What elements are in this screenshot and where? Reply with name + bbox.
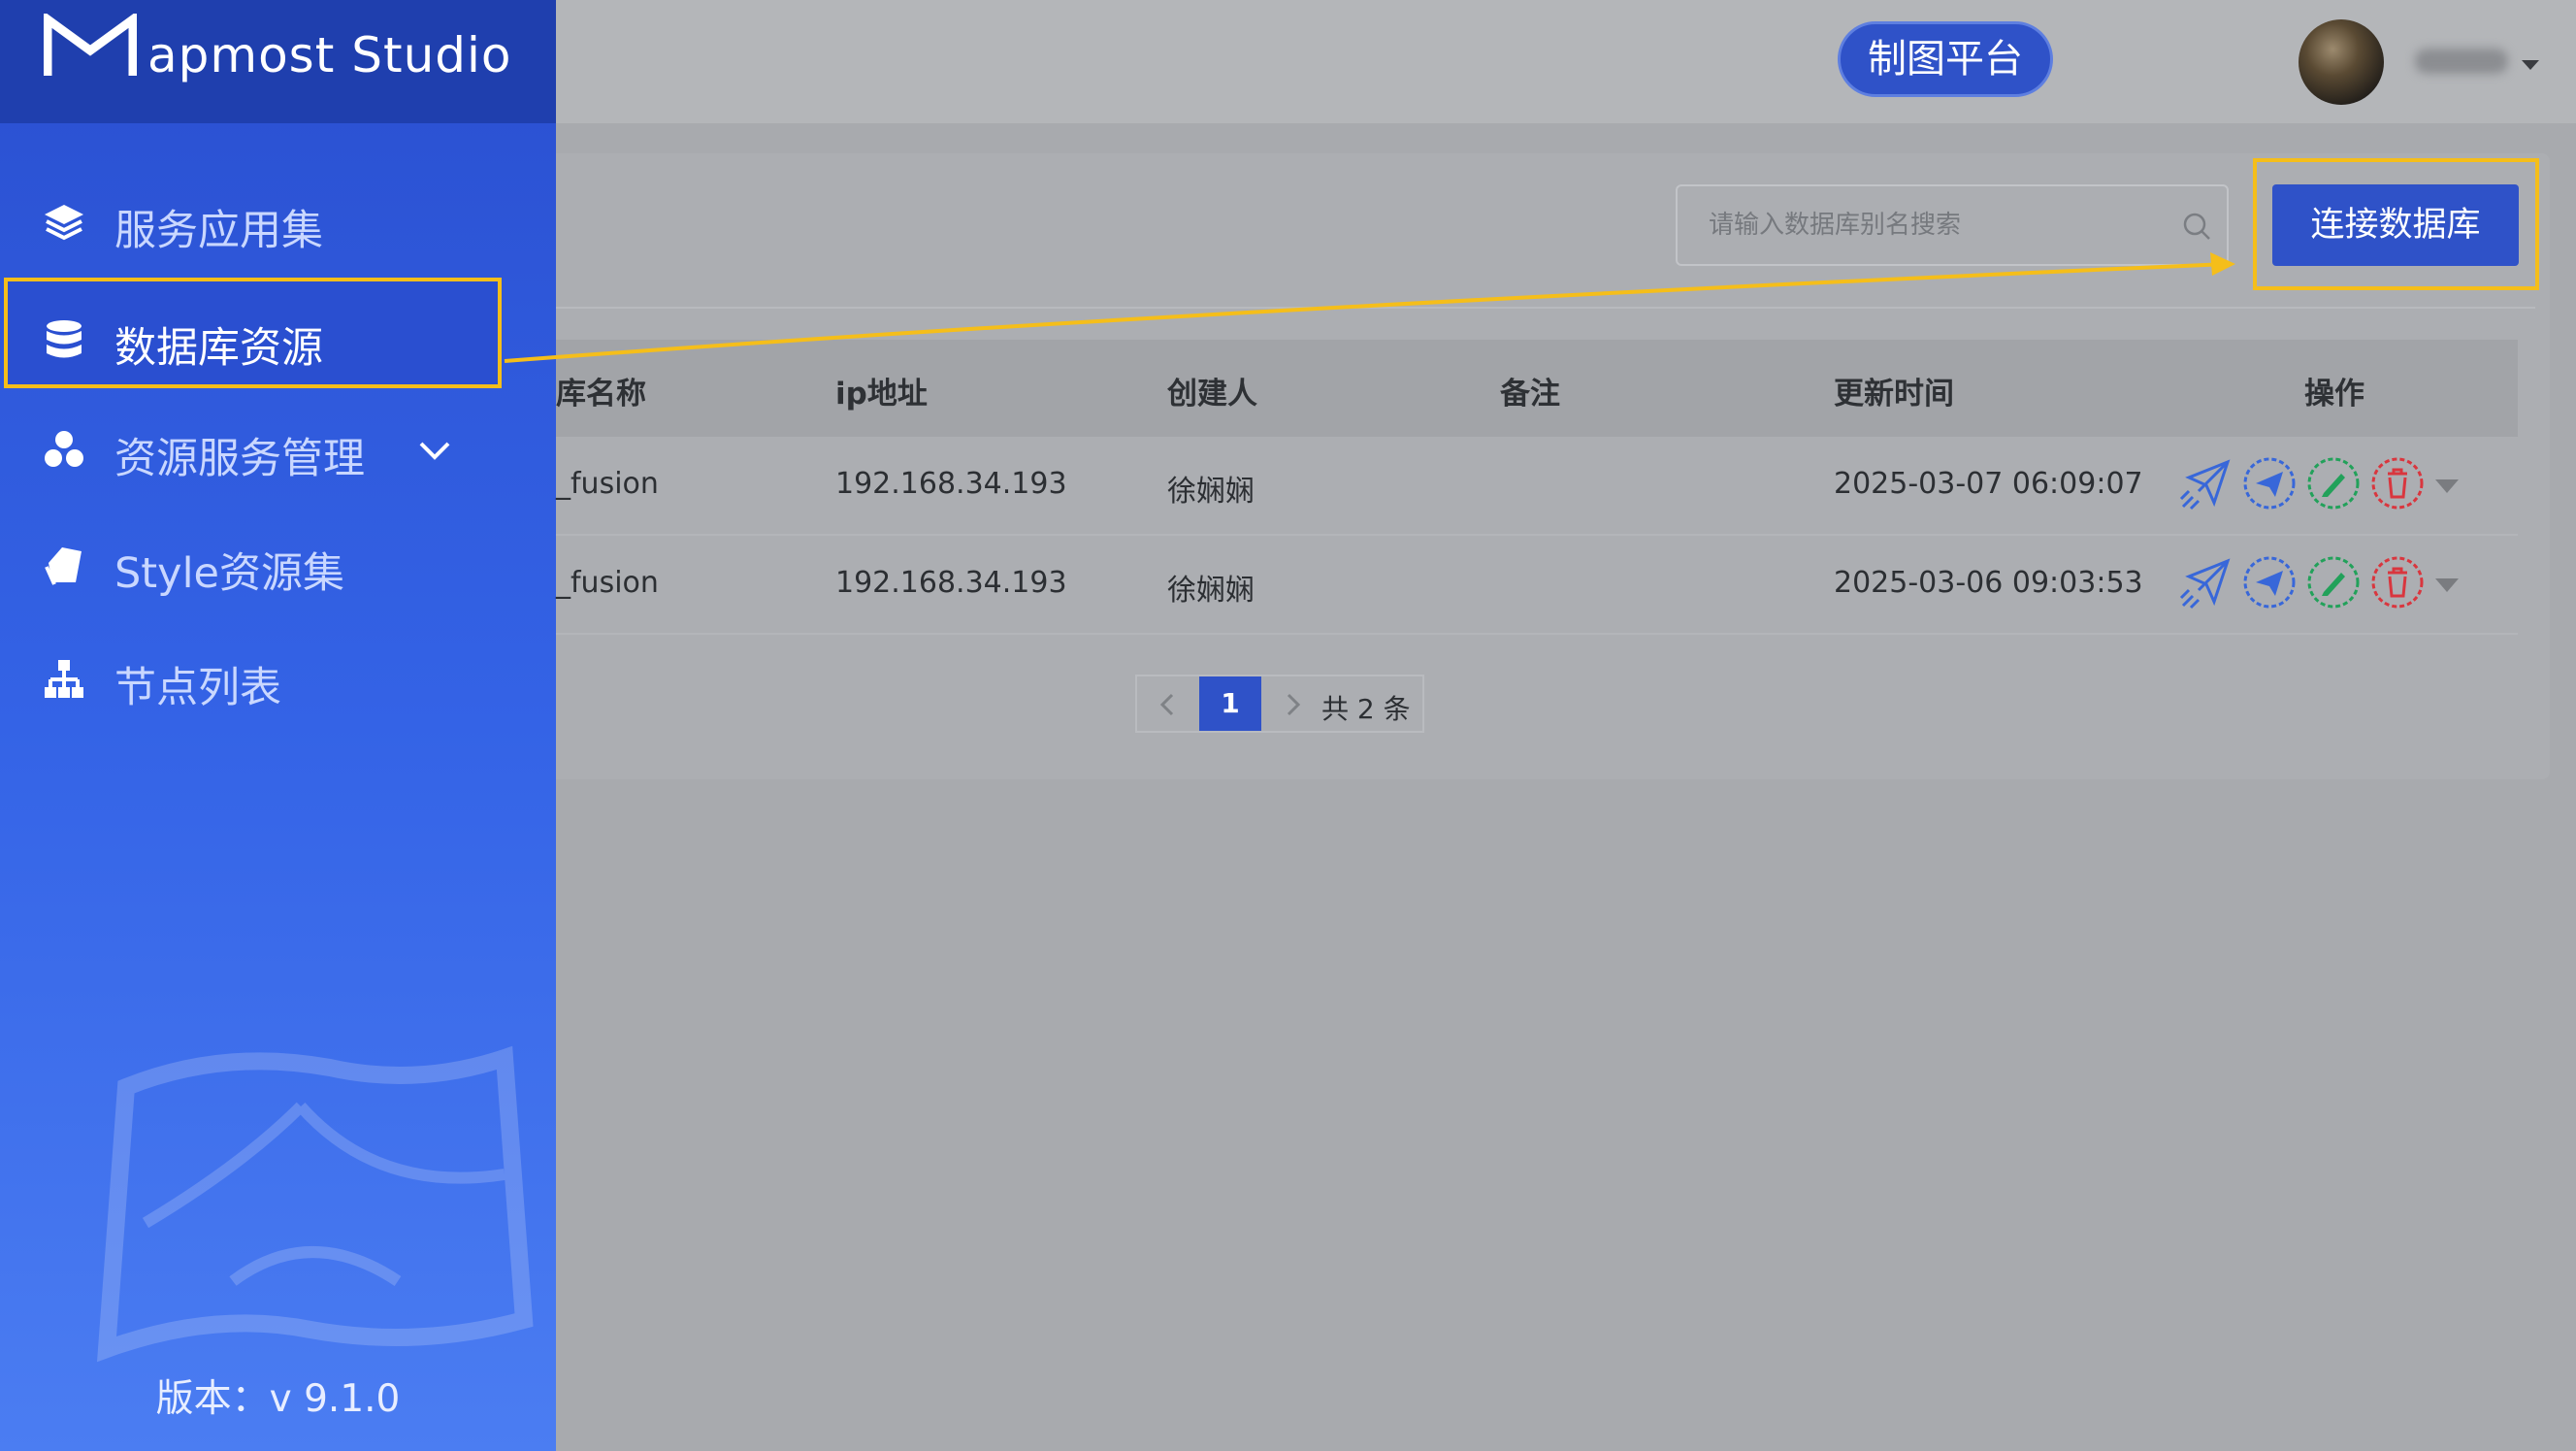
logo-m-icon xyxy=(44,14,137,76)
search-icon[interactable] xyxy=(2182,212,2211,241)
sidebar-item-service-apps[interactable]: 服务应用集 xyxy=(0,170,556,277)
send-icon[interactable] xyxy=(2242,555,2297,610)
database-icon xyxy=(47,320,82,358)
cell-name: _fusion xyxy=(556,467,659,501)
table-row: _fusion 192.168.34.193 徐娴娴 2025-03-06 09… xyxy=(556,536,2518,635)
chevron-left-icon[interactable] xyxy=(1158,693,1176,716)
sidebar-item-node-list[interactable]: 节点列表 xyxy=(0,627,556,734)
cell-ip: 192.168.34.193 xyxy=(835,467,1067,501)
sidebar-item-style-resources[interactable]: Style资源集 xyxy=(0,512,556,619)
column-header-remark: 备注 xyxy=(1500,377,1560,412)
sidebar-item-label: 节点列表 xyxy=(114,664,281,712)
cell-name: _fusion xyxy=(556,566,659,600)
cell-creator: 徐娴娴 xyxy=(1167,574,1255,608)
send-icon[interactable] xyxy=(2242,456,2297,511)
caret-down-icon[interactable] xyxy=(2520,58,2541,72)
column-header-ip: ip地址 xyxy=(835,377,928,412)
connect-database-button[interactable]: 连接数据库 xyxy=(2272,184,2519,266)
chevron-down-icon[interactable] xyxy=(417,439,452,462)
sidebar-item-label: 资源服务管理 xyxy=(114,435,365,483)
cell-ip: 192.168.34.193 xyxy=(835,566,1067,600)
column-header-creator: 创建人 xyxy=(1167,377,1257,412)
delete-icon[interactable] xyxy=(2370,456,2425,511)
table-header: 库名称 ip地址 创建人 备注 更新时间 操作 xyxy=(556,340,2518,437)
more-caret-icon[interactable] xyxy=(2433,478,2461,495)
sidebar-item-resource-service-management[interactable]: 资源服务管理 xyxy=(0,398,556,505)
search-box[interactable] xyxy=(1676,184,2229,266)
publish-rocket-icon[interactable] xyxy=(2179,456,2234,511)
cell-creator: 徐娴娴 xyxy=(1167,475,1255,509)
map-watermark-icon xyxy=(96,1045,534,1363)
divider xyxy=(556,307,2535,309)
node-tree-icon xyxy=(45,660,83,698)
tag-icon xyxy=(45,547,82,585)
sidebar-item-label: Style资源集 xyxy=(114,549,345,598)
publish-rocket-icon[interactable] xyxy=(2179,555,2234,610)
layers-icon xyxy=(45,205,83,241)
sidebar: apmost Studio 服务应用集 数据库资源 资源服务管理 Style资源… xyxy=(0,0,556,1451)
logo-bar: apmost Studio xyxy=(0,0,556,123)
edit-icon[interactable] xyxy=(2306,456,2361,511)
cubes-icon xyxy=(45,431,83,467)
mapping-platform-button[interactable]: 制图平台 xyxy=(1838,21,2053,97)
top-header: 制图平台 xyxy=(556,0,2576,123)
cell-updated: 2025-03-06 09:03:53 xyxy=(1834,566,2143,600)
sidebar-item-label: 服务应用集 xyxy=(114,207,323,255)
version-label: 版本：v 9.1.0 xyxy=(155,1377,401,1421)
search-input[interactable] xyxy=(1678,186,2163,264)
table-row: _fusion 192.168.34.193 徐娴娴 2025-03-07 06… xyxy=(556,437,2518,536)
cell-updated: 2025-03-07 06:09:07 xyxy=(1834,467,2143,501)
sidebar-item-label: 数据库资源 xyxy=(114,324,323,373)
pagination-total: 共 2 条 xyxy=(1321,693,1411,725)
pagination: 1 共 2 条 xyxy=(1135,675,1424,733)
sidebar-item-database-resources[interactable]: 数据库资源 xyxy=(0,272,556,388)
delete-icon[interactable] xyxy=(2370,555,2425,610)
username-blurred[interactable] xyxy=(2415,49,2508,74)
more-caret-icon[interactable] xyxy=(2433,577,2461,594)
edit-icon[interactable] xyxy=(2306,555,2361,610)
page-1-button[interactable]: 1 xyxy=(1199,676,1261,731)
column-header-actions: 操作 xyxy=(2304,377,2364,412)
chevron-right-icon[interactable] xyxy=(1285,693,1302,716)
avatar[interactable] xyxy=(2299,19,2384,105)
column-header-name: 库名称 xyxy=(556,377,646,412)
column-header-updated: 更新时间 xyxy=(1834,377,1954,412)
app-name: apmost Studio xyxy=(147,27,512,83)
